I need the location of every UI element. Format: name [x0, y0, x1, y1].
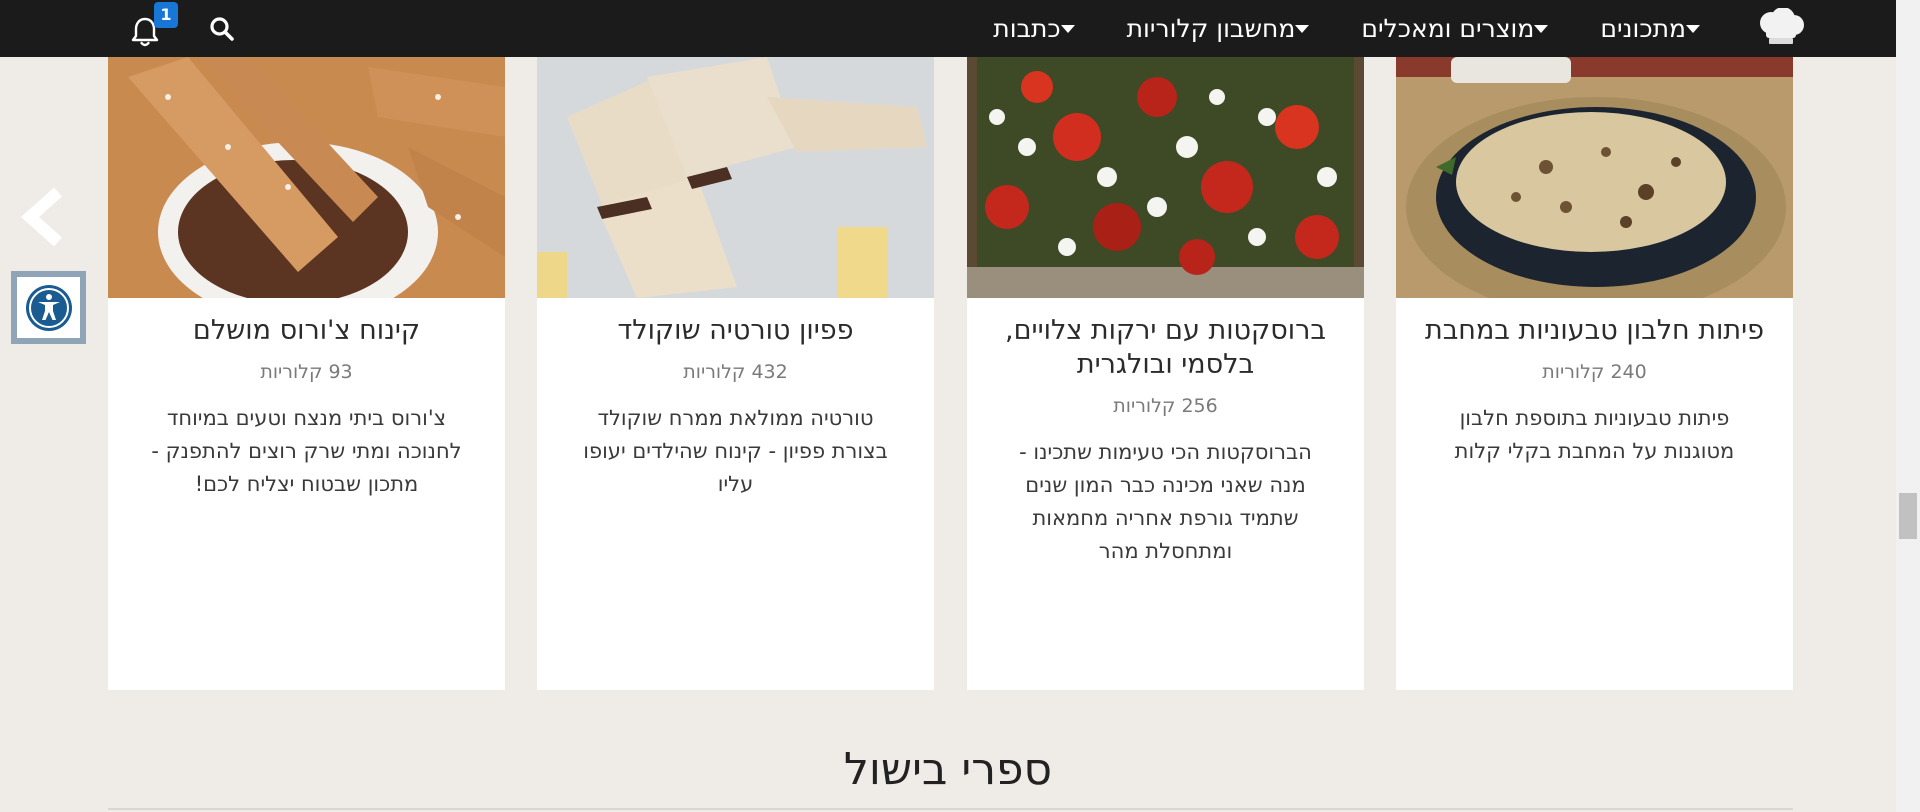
recipe-card[interactable]: פיתות חלבון טבעוניות במחבת 240 קלוריות פ… — [1396, 57, 1793, 690]
page: מתכונים מוצרים ומאכלים מחשבון קלוריות כת… — [0, 0, 1920, 812]
recipe-title[interactable]: פפיון טורטיה שוקולד — [555, 314, 916, 348]
section-divider — [108, 808, 1793, 810]
recipe-title[interactable]: ברוסקטות עם ירקות צלויים, בלסמי ובולגרית — [985, 314, 1346, 382]
chevron-left-icon[interactable] — [20, 186, 66, 248]
caret-down-icon — [1295, 24, 1310, 33]
recipe-image-tortilla[interactable] — [537, 57, 934, 298]
nav-item-label: כתבות — [993, 14, 1061, 43]
recipe-description: הברוסקטות הכי טעימות שתכינו - מנה שאני מ… — [1019, 440, 1312, 563]
nav-item-label: מוצרים ומאכלים — [1361, 14, 1535, 43]
nav-item-label: מחשבון קלוריות — [1126, 14, 1296, 43]
section-title: ספרי בישול — [843, 744, 1053, 795]
recipe-image-churros[interactable] — [108, 57, 505, 298]
accessibility-icon — [25, 284, 72, 331]
nav-item-products[interactable]: מוצרים ומאכלים — [1361, 0, 1564, 57]
recipe-card[interactable]: פפיון טורטיה שוקולד 432 קלוריות טורטיה מ… — [537, 57, 934, 690]
caret-down-icon — [1060, 24, 1075, 33]
nav-item-label: מתכונים — [1600, 14, 1686, 43]
scrollbar-thumb[interactable] — [1899, 493, 1917, 539]
notifications-button[interactable]: 1 — [130, 2, 178, 48]
search-icon[interactable] — [208, 15, 236, 43]
vertical-scrollbar[interactable] — [1896, 0, 1920, 812]
recipe-title[interactable]: קינוח צ'ורוס מושלם — [126, 314, 487, 348]
nav-item-recipes[interactable]: מתכונים — [1600, 0, 1716, 57]
recipe-description: פיתות טבעוניות בתוספת חלבון מטוגנות על ה… — [1454, 406, 1735, 463]
top-navigation: מתכונים מוצרים ומאכלים מחשבון קלוריות כת… — [0, 0, 1896, 57]
recipe-card[interactable]: קינוח צ'ורוס מושלם 93 קלוריות צ'ורוס בית… — [108, 57, 505, 690]
nav-item-calorie-calculator[interactable]: מחשבון קלוריות — [1127, 0, 1326, 57]
recipe-image-bruschetta[interactable] — [967, 57, 1364, 298]
nav-item-articles[interactable]: כתבות — [993, 0, 1090, 57]
recipe-calories: 432 קלוריות — [683, 361, 788, 383]
chef-hat-logo-icon[interactable] — [1756, 8, 1806, 48]
recipe-calories: 240 קלוריות — [1542, 361, 1647, 383]
accessibility-button[interactable] — [11, 271, 86, 344]
recipe-image-pita[interactable] — [1396, 57, 1793, 298]
recipe-calories: 93 קלוריות — [260, 361, 353, 383]
caret-down-icon — [1686, 24, 1700, 33]
recipe-cards: פיתות חלבון טבעוניות במחבת 240 קלוריות פ… — [108, 57, 1793, 690]
caret-down-icon — [1534, 24, 1549, 33]
recipe-description: טורטיה ממולאת ממרח שוקולד בצורת פפיון - … — [583, 406, 888, 496]
recipe-description: צ'ורוס ביתי מנצח וטעים במיוחד לחנוכה ומת… — [151, 406, 462, 496]
recipe-card[interactable]: ברוסקטות עם ירקות צלויים, בלסמי ובולגרית… — [967, 57, 1364, 690]
recipe-calories: 256 קלוריות — [1113, 395, 1218, 417]
main-menu: מתכונים מוצרים ומאכלים מחשבון קלוריות כת… — [957, 0, 1716, 57]
notification-count-badge: 1 — [154, 2, 178, 28]
recipe-title[interactable]: פיתות חלבון טבעוניות במחבת — [1414, 314, 1775, 348]
